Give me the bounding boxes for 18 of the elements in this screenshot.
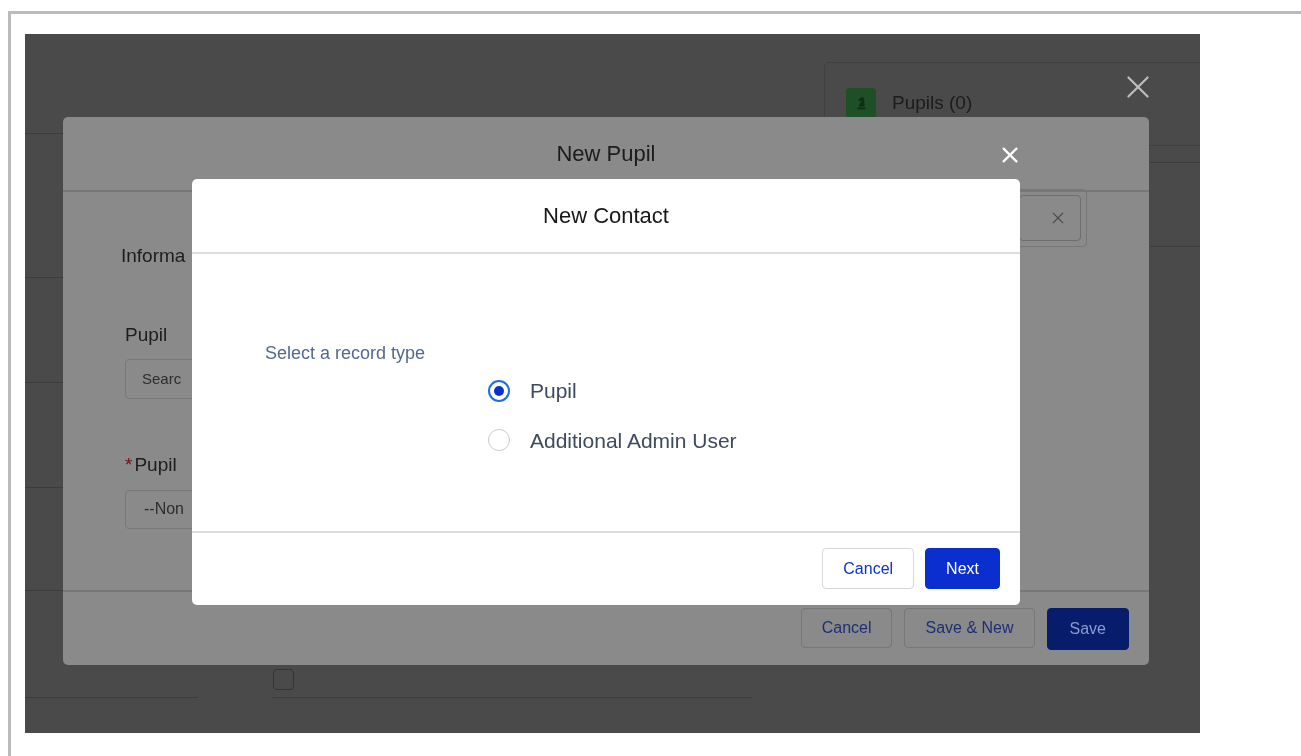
save-new-button[interactable]: Save & New <box>904 608 1035 648</box>
cancel-button[interactable]: Cancel <box>800 608 893 648</box>
save-button[interactable]: Save <box>1046 608 1129 650</box>
chess-knight-icon <box>846 88 876 118</box>
clear-icon[interactable] <box>1052 212 1064 224</box>
prompt-text: Select a record type <box>265 342 427 365</box>
section-heading: Informa <box>121 244 187 268</box>
field-label-text: Pupil <box>134 454 177 475</box>
field-label: Pupil <box>125 322 169 347</box>
cancel-button[interactable]: Cancel <box>822 548 915 589</box>
modal-title: New Pupil <box>556 140 656 168</box>
radio-button[interactable] <box>488 379 510 402</box>
radio-label[interactable]: Additional Admin User <box>530 424 737 456</box>
modal-title: New Contact <box>543 202 669 230</box>
next-button[interactable]: Next <box>925 548 1000 589</box>
close-icon[interactable] <box>1126 75 1150 99</box>
required-mark: * <box>125 454 133 475</box>
radio-label[interactable]: Pupil <box>530 375 577 407</box>
